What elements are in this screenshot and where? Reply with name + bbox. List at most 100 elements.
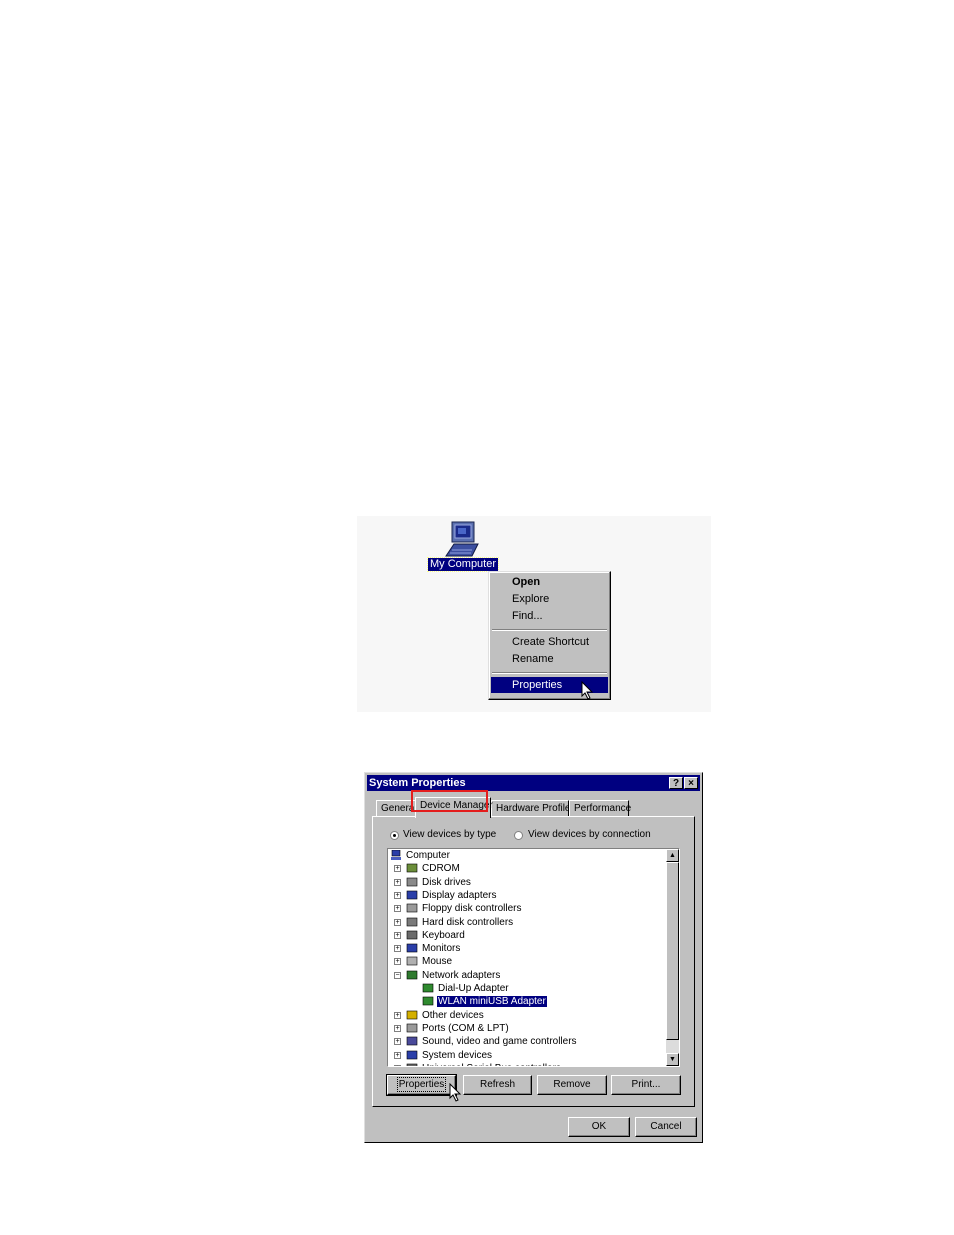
radio-label: View devices by connection (528, 829, 651, 840)
collapse-icon[interactable]: − (394, 972, 401, 979)
scroll-thumb[interactable] (666, 862, 679, 1040)
expand-icon[interactable]: + (394, 958, 401, 965)
tree-item[interactable]: + Hard disk controllers (390, 916, 514, 929)
tree-item[interactable]: + Monitors (390, 942, 461, 955)
menu-item-label: Rename (512, 653, 554, 665)
desktop-icon-label[interactable]: My Computer (426, 557, 500, 572)
expand-icon[interactable]: + (394, 1012, 401, 1019)
tab-general[interactable]: General (376, 800, 417, 817)
tree-item-label: Mouse (422, 956, 453, 967)
floppy-controller-icon (406, 903, 418, 913)
tree-item[interactable]: + System devices (390, 1049, 493, 1062)
cancel-button[interactable]: Cancel (635, 1117, 697, 1137)
tree-item[interactable]: + Display adapters (390, 889, 497, 902)
print-button[interactable]: Print... (611, 1075, 681, 1095)
menu-item-rename[interactable]: Rename (491, 651, 608, 667)
tree-item-label: Hard disk controllers (422, 917, 514, 928)
menu-item-explore[interactable]: Explore (491, 591, 608, 607)
tree-item-label: Floppy disk controllers (422, 903, 522, 914)
dialog-title: System Properties (369, 777, 466, 789)
menu-item-open[interactable]: Open (491, 574, 608, 590)
menu-item-find[interactable]: Find... (491, 608, 608, 624)
system-device-icon (406, 1050, 418, 1060)
radio-view-by-connection[interactable] (514, 831, 523, 840)
tree-item[interactable]: − Network adapters (390, 969, 501, 982)
ok-button[interactable]: OK (568, 1117, 630, 1137)
expand-icon[interactable]: + (394, 892, 401, 899)
tab-performance[interactable]: Performance (569, 800, 631, 817)
menu-separator (492, 672, 607, 674)
refresh-button[interactable]: Refresh (463, 1075, 532, 1095)
close-button[interactable]: × (684, 777, 698, 789)
menu-item-create-shortcut[interactable]: Create Shortcut (491, 634, 608, 650)
menu-separator (492, 629, 607, 631)
mouse-cursor-icon (581, 681, 594, 700)
expand-icon[interactable]: + (394, 945, 401, 952)
expand-icon[interactable]: + (394, 879, 401, 886)
tree-item[interactable]: + CDROM (390, 862, 461, 875)
tab-hardware-profiles[interactable]: Hardware Profiles (491, 800, 575, 817)
desktop-screenshot: My Computer Open Explore Find... Create … (357, 516, 711, 712)
system-properties-dialog: System Properties ? × General Device Man… (364, 772, 703, 1143)
tree-scrollbar[interactable]: ▲ ▼ (666, 849, 679, 1066)
tab-label: Hardware Profiles (496, 803, 576, 814)
tree-item-label: Network adapters (422, 970, 501, 981)
expand-icon[interactable]: + (394, 919, 401, 926)
tree-item[interactable]: + Ports (COM & LPT) (390, 1022, 510, 1035)
tree-item-label: Other devices (422, 1010, 484, 1021)
radio-view-by-type[interactable] (390, 831, 399, 840)
properties-button[interactable]: Properties (386, 1074, 457, 1096)
scroll-down-icon[interactable]: ▼ (666, 1053, 679, 1066)
computer-icon[interactable] (444, 520, 480, 558)
remove-button[interactable]: Remove (537, 1075, 607, 1095)
tree-item[interactable]: Dial-Up Adapter (390, 982, 510, 995)
tree-item[interactable]: + Sound, video and game controllers (390, 1035, 578, 1048)
cdrom-icon (406, 863, 418, 873)
menu-item-label: Open (512, 576, 541, 588)
network-card-icon (422, 996, 434, 1006)
scroll-up-icon[interactable]: ▲ (666, 849, 679, 862)
tree-item-label: Universal Serial Bus controllers (421, 1063, 562, 1066)
expand-icon[interactable]: + (394, 865, 401, 872)
sound-icon (406, 1036, 418, 1046)
tree-item-label: Dial-Up Adapter (438, 983, 509, 994)
tree-item[interactable]: + Mouse (390, 955, 453, 968)
tree-item-label: Computer (406, 850, 450, 861)
question-icon (406, 1010, 418, 1020)
menu-item-label: Create Shortcut (512, 636, 590, 648)
network-adapter-icon (406, 970, 418, 980)
tree-item-label: CDROM (422, 863, 460, 874)
menu-item-label: Properties (512, 679, 563, 691)
help-button[interactable]: ? (669, 777, 683, 789)
tree-item[interactable]: + Floppy disk controllers (390, 902, 522, 915)
tree-item-computer[interactable]: Computer (390, 849, 451, 862)
tree-item[interactable]: + Other devices (390, 1009, 485, 1022)
tree-item-label: Ports (COM & LPT) (422, 1023, 509, 1034)
tree-item-label: Monitors (422, 943, 461, 954)
button-label: Properties (396, 1077, 447, 1092)
button-label: Cancel (650, 1121, 682, 1132)
device-tree[interactable]: Computer + CDROM + Disk drives + Display adap… (387, 848, 680, 1067)
keyboard-icon (406, 930, 418, 940)
tree-item[interactable]: + Universal Serial Bus controllers (390, 1062, 562, 1066)
button-label: Print... (631, 1079, 661, 1090)
tree-item-label: WLAN miniUSB Adapter (437, 996, 547, 1007)
mouse-cursor-icon (449, 1083, 462, 1102)
tree-item[interactable]: WLAN miniUSB Adapter (390, 995, 547, 1008)
usb-icon (406, 1063, 418, 1066)
radio-label: View devices by type (403, 829, 497, 840)
button-label: OK (591, 1121, 607, 1132)
expand-icon[interactable]: + (394, 932, 401, 939)
expand-icon[interactable]: + (394, 1065, 401, 1066)
dialog-titlebar[interactable]: System Properties ? × (367, 775, 700, 791)
display-adapter-icon (406, 890, 418, 900)
network-card-icon (422, 983, 434, 993)
disk-drive-icon (406, 877, 418, 887)
expand-icon[interactable]: + (394, 1052, 401, 1059)
menu-item-label: Explore (512, 593, 550, 605)
expand-icon[interactable]: + (394, 905, 401, 912)
tree-item[interactable]: + Disk drives (390, 876, 472, 889)
expand-icon[interactable]: + (394, 1025, 401, 1032)
tree-item[interactable]: + Keyboard (390, 929, 466, 942)
expand-icon[interactable]: + (394, 1038, 401, 1045)
